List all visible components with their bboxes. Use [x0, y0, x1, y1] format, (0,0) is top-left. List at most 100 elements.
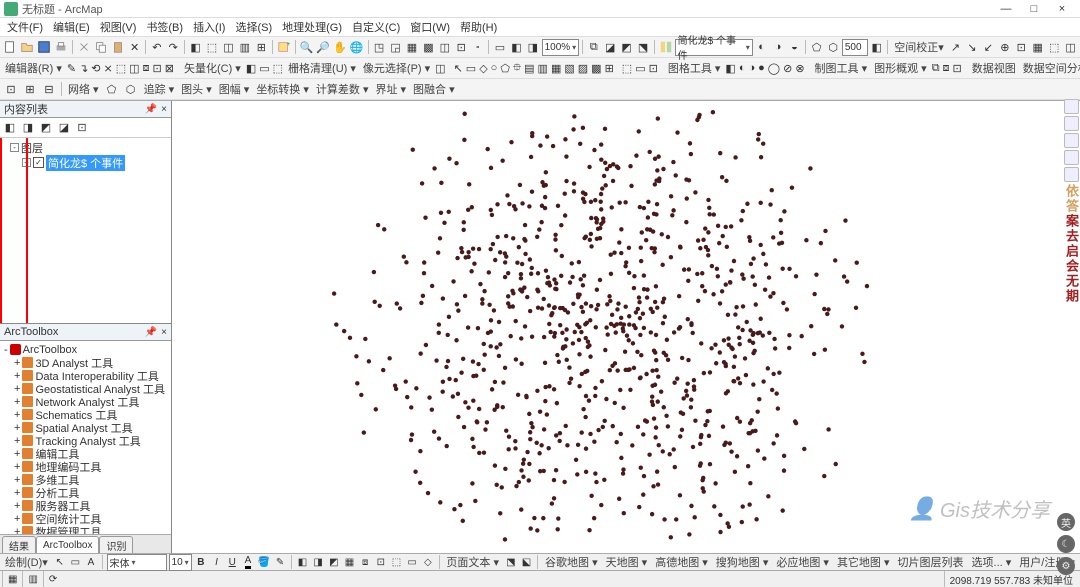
layer-checkbox[interactable]: ✓ — [33, 157, 44, 168]
linecolor-button[interactable]: ✎ — [273, 553, 287, 571]
expand-icon[interactable]: + — [14, 422, 20, 434]
tool-icon[interactable]: ◐ — [738, 59, 747, 77]
close-panel-icon[interactable]: × — [161, 327, 167, 338]
tool-icon[interactable]: ◇ — [478, 59, 488, 77]
tool-icon[interactable]: ⧈ — [358, 553, 372, 571]
tool-icon[interactable]: ◧ — [188, 38, 203, 56]
rect-icon[interactable]: ▭ — [68, 553, 82, 571]
tool-icon[interactable]: ⬠ — [499, 59, 511, 77]
tool-icon[interactable]: ⬚ — [272, 59, 284, 77]
gutter-button[interactable] — [1064, 133, 1079, 148]
tool-icon[interactable]: ◐ — [754, 38, 769, 56]
tool-icon[interactable]: ◫ — [221, 38, 236, 56]
tool-icon[interactable]: ◒ — [787, 38, 802, 56]
expand-icon[interactable]: + — [14, 513, 20, 525]
toc-layer-label[interactable]: 简化龙$ 个事件 — [46, 155, 125, 171]
new-button[interactable] — [2, 38, 18, 56]
tool-icon[interactable]: ⊡ — [952, 59, 963, 77]
expand-icon[interactable]: + — [14, 370, 20, 382]
tool-icon[interactable]: ◧ — [869, 38, 884, 56]
filter-dropdown[interactable]: 图头 ▾ — [178, 81, 215, 97]
italic-button[interactable]: I — [210, 553, 224, 571]
map-view[interactable]: 👤Gis技术分享 — [172, 101, 1080, 553]
tool-icon[interactable]: ◑ — [747, 59, 756, 77]
tool-icon[interactable]: ⬕ — [520, 553, 534, 571]
expand-icon[interactable]: + — [14, 383, 20, 395]
zoom-out-icon[interactable]: 🔎 — [315, 38, 331, 56]
pin-icon[interactable]: 📌 — [145, 327, 157, 338]
gutter-button[interactable] — [1064, 167, 1079, 182]
tool-icon[interactable]: ◫ — [128, 59, 140, 77]
menu-help[interactable]: 帮助(H) — [455, 18, 502, 36]
tile-layer-list[interactable]: 切片图层列表 — [895, 554, 967, 570]
tool-icon[interactable]: ▤ — [523, 59, 535, 77]
google-map-dropdown[interactable]: 谷歌地图 ▾ — [542, 554, 601, 570]
tool-icon[interactable]: ⊡ — [454, 38, 469, 56]
expand-icon[interactable]: + — [22, 158, 31, 167]
menu-file[interactable]: 文件(F) — [2, 18, 48, 36]
zoom-combo[interactable]: 100%▾ — [542, 39, 580, 56]
convert-dropdown[interactable]: 坐标转换 ▾ — [253, 81, 312, 97]
gutter-button[interactable] — [1064, 99, 1079, 114]
tool-icon[interactable]: ◇ — [421, 553, 435, 571]
tool-icon[interactable]: ⊗ — [794, 59, 805, 77]
tool-icon[interactable]: ↴ — [78, 59, 89, 77]
toolbox-item[interactable]: 数据管理工具 — [35, 524, 101, 535]
tool-icon[interactable]: ⧈ — [142, 59, 151, 77]
tool-icon[interactable]: ◧ — [724, 59, 736, 77]
toc-options-icon[interactable]: ⊡ — [74, 120, 90, 136]
expand-icon[interactable]: + — [14, 526, 20, 535]
tool-icon[interactable]: ▩ — [421, 38, 436, 56]
expand-icon[interactable]: + — [14, 474, 20, 486]
tianditu-dropdown[interactable]: 天地图 ▾ — [603, 554, 651, 570]
tool-icon[interactable]: ⊡ — [2, 80, 20, 98]
expand-icon[interactable]: + — [14, 487, 20, 499]
tool-icon[interactable]: ▧ — [563, 59, 575, 77]
gutter-button[interactable] — [1064, 150, 1079, 165]
tool-icon[interactable]: ⊡ — [152, 59, 163, 77]
minimize-button[interactable]: — — [992, 1, 1020, 17]
raster-clean-dropdown[interactable]: 栅格清理(U) ▾ — [285, 60, 359, 76]
paste-button[interactable] — [110, 38, 126, 56]
tool-icon[interactable]: ↘ — [964, 38, 979, 56]
tool-icon[interactable]: ▦ — [343, 553, 357, 571]
tool-icon[interactable]: ⬡ — [825, 38, 840, 56]
font-combo[interactable]: 宋体▾ — [107, 554, 167, 571]
tool-icon[interactable]: ◩ — [619, 38, 634, 56]
tool-icon[interactable]: ⬔ — [635, 38, 650, 56]
expand-icon[interactable]: + — [14, 448, 20, 460]
tool-icon[interactable]: ⊘ — [782, 59, 793, 77]
arrow-icon[interactable]: ↖ — [453, 59, 464, 77]
shape-preview-dropdown[interactable]: 图形概观 ▾ — [871, 60, 930, 76]
close-panel-icon[interactable]: × — [161, 104, 167, 115]
tool-icon[interactable]: ⬚ — [115, 59, 127, 77]
tool-icon[interactable]: ○ — [490, 59, 499, 77]
tool-icon[interactable]: ⬚ — [1046, 38, 1061, 56]
tool-icon[interactable]: ▦ — [550, 59, 562, 77]
menu-geoproc[interactable]: 地理处理(G) — [277, 18, 347, 36]
undo-button[interactable]: ↶ — [149, 38, 164, 56]
fontcolor-button[interactable]: A — [241, 553, 255, 571]
tool-icon[interactable]: ◫ — [1063, 38, 1078, 56]
menu-custom[interactable]: 自定义(C) — [347, 18, 405, 36]
tool-icon[interactable]: ◲ — [388, 38, 403, 56]
tool-icon[interactable]: ▭ — [492, 38, 507, 56]
tool-icon[interactable]: ◯ — [767, 59, 781, 77]
tab-results[interactable]: 结果 — [2, 536, 36, 553]
expand-icon[interactable]: - — [10, 143, 19, 152]
tool-icon[interactable]: ◧ — [296, 553, 310, 571]
options-dropdown[interactable]: 选项... ▾ — [969, 554, 1015, 570]
tool-icon[interactable]: ◨ — [311, 553, 325, 571]
expand-icon[interactable]: + — [14, 409, 20, 421]
tool-icon[interactable]: ◧ — [245, 59, 257, 77]
tool-icon[interactable]: ⊡ — [648, 59, 659, 77]
tool-icon[interactable]: ⊞ — [604, 59, 615, 77]
tool-icon[interactable]: ▨ — [577, 59, 589, 77]
tab-identify[interactable]: 识别 — [99, 536, 133, 553]
ime-dot[interactable]: ☾ — [1057, 535, 1075, 553]
tool-icon[interactable]: ⬠ — [103, 80, 121, 98]
tool-icon[interactable]: ▩ — [590, 59, 602, 77]
other-map-dropdown[interactable]: 其它地图 ▾ — [834, 554, 893, 570]
calc-dropdown[interactable]: 计算差数 ▾ — [313, 81, 372, 97]
tool-icon[interactable]: ▥ — [237, 38, 252, 56]
